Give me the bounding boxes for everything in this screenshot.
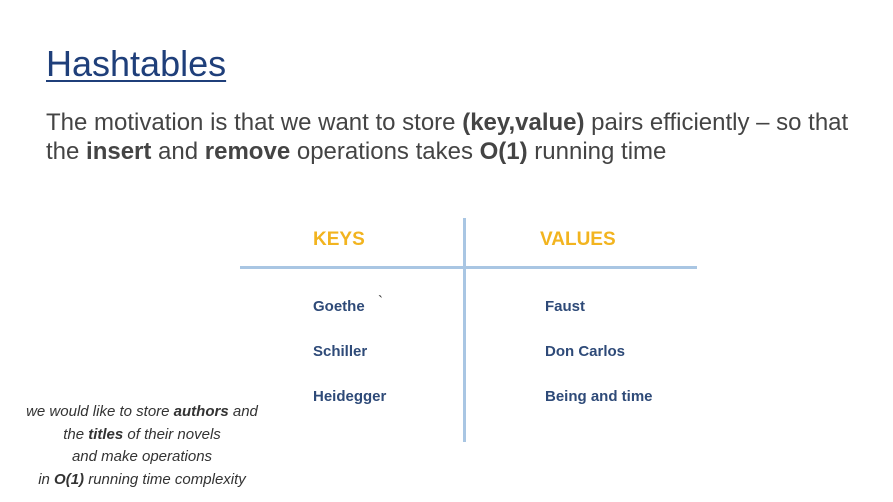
key-cell: Heidegger [313, 388, 387, 405]
note-emphasis: authors [173, 403, 229, 420]
value-cell: Being and time [545, 388, 653, 405]
motivation-remove: remove [204, 138, 291, 165]
motivation-complexity: O(1) [479, 138, 528, 165]
side-note: we would like to store authors and the t… [12, 401, 272, 491]
motivation-text-part: running time [527, 138, 667, 165]
note-emphasis: O(1) [54, 470, 85, 488]
values-header: VALUES [540, 229, 616, 250]
side-note-line: and make operations [71, 448, 213, 465]
note-text: and [228, 403, 258, 420]
side-note-line: the titles of their novels [12, 424, 272, 447]
value-cell: Don Carlos [545, 343, 626, 360]
side-note-line: we would like to store authors and [12, 401, 272, 424]
keys-header: KEYS [313, 229, 365, 250]
table-horizontal-divider [240, 266, 697, 269]
table-vertical-divider [463, 218, 466, 442]
note-text: running time complexity [84, 470, 246, 488]
motivation-insert: insert [86, 138, 152, 165]
slide-title: Hashtables [46, 43, 227, 84]
note-text: the [63, 425, 89, 443]
motivation-key-value: (key,value) [462, 109, 585, 136]
note-text: we would like to store [26, 403, 174, 420]
side-note-line: in O(1) running time complexity [12, 469, 272, 492]
key-cell: Goethe [313, 298, 365, 315]
value-cell: Faust [545, 298, 586, 315]
note-text: in [38, 470, 55, 488]
slide: Hashtables The motivation is that we wan… [0, 0, 893, 502]
motivation-text-part: operations takes [290, 138, 480, 165]
note-text: of their novels [123, 425, 221, 443]
motivation-text-part: The motivation is that we want to store [46, 109, 463, 136]
motivation-text: The motivation is that we want to store … [46, 108, 866, 166]
stray-mark: ` [378, 293, 383, 310]
note-emphasis: titles [88, 425, 124, 443]
key-cell: Schiller [313, 343, 368, 360]
motivation-text-part: and [151, 138, 205, 165]
